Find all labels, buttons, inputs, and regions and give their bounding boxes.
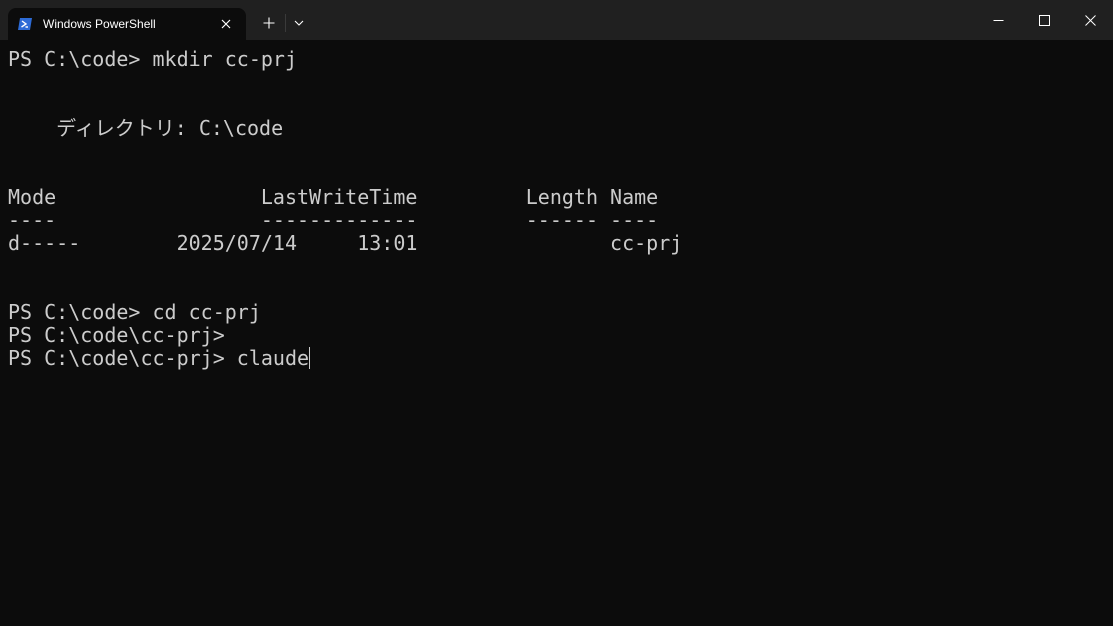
tab-separator — [285, 14, 286, 32]
terminal-prompt-line[interactable]: PS C:\code\cc-prj> claude — [8, 346, 311, 370]
chevron-down-icon — [294, 20, 304, 26]
text-cursor — [309, 347, 311, 369]
terminal-input-text: PS C:\code\cc-prj> claude — [8, 346, 310, 370]
tab-dropdown-button[interactable] — [289, 11, 309, 35]
terminal-output[interactable]: PS C:\code> mkdir cc-prj ディレクトリ: C:\code… — [0, 40, 1113, 626]
terminal-line: d----- 2025/07/14 13:01 cc-prj — [8, 231, 683, 255]
maximize-icon — [1038, 14, 1050, 26]
powershell-icon — [17, 16, 33, 32]
minimize-button[interactable] — [975, 0, 1021, 40]
terminal-line: PS C:\code> mkdir cc-prj — [8, 47, 297, 71]
terminal-line: ディレクトリ: C:\code — [8, 116, 284, 140]
new-tab-button[interactable] — [257, 11, 281, 35]
terminal-line: PS C:\code\cc-prj> — [8, 323, 225, 347]
terminal-line: PS C:\code> cd cc-prj — [8, 300, 261, 324]
close-window-button[interactable] — [1067, 0, 1113, 40]
close-tab-icon[interactable] — [216, 14, 236, 34]
terminal-line: Mode LastWriteTime Length Name — [8, 185, 659, 209]
maximize-button[interactable] — [1021, 0, 1067, 40]
title-bar: Windows PowerShell — [0, 0, 1113, 40]
minimize-icon — [993, 19, 1003, 21]
tab-title: Windows PowerShell — [43, 17, 156, 31]
terminal-line: ---- ------------- ------ ---- — [8, 208, 659, 232]
plus-icon — [263, 17, 275, 29]
close-icon — [1084, 14, 1096, 26]
tab-windows-powershell[interactable]: Windows PowerShell — [8, 8, 246, 40]
